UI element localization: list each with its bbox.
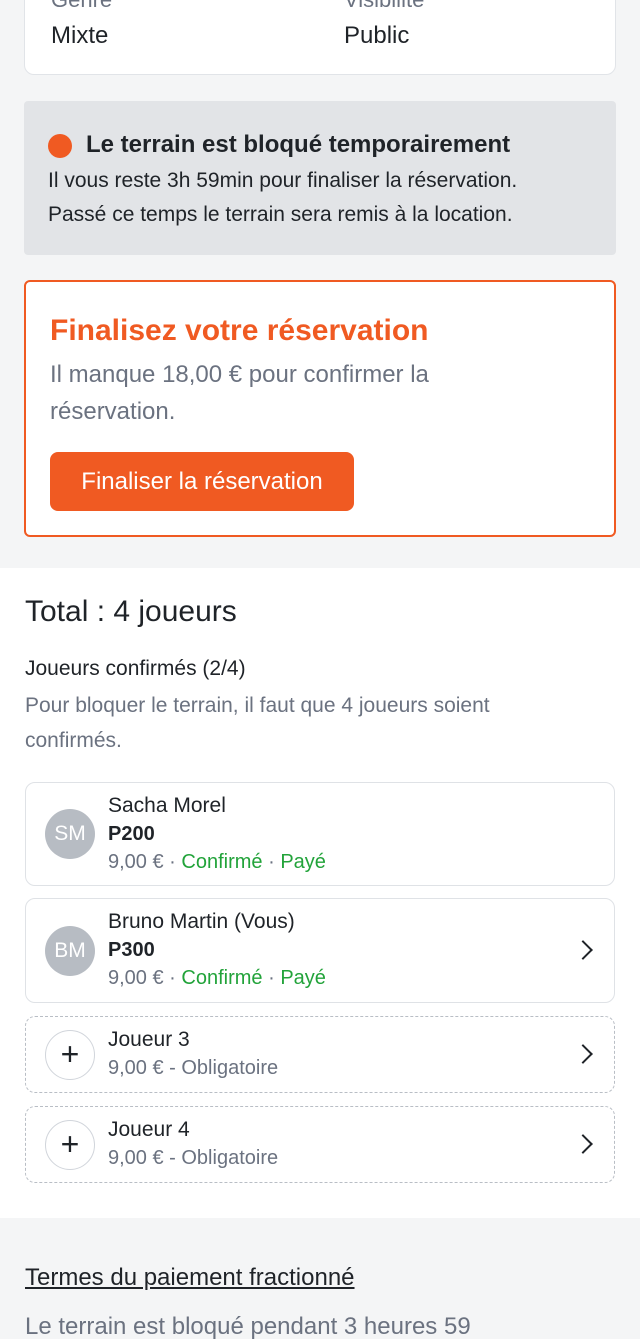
- slot-meta: 9,00 € - Obligatoire: [108, 1057, 279, 1079]
- player-level: P300: [108, 939, 155, 961]
- slot-meta: 9,00 € - Obligatoire: [108, 1147, 279, 1169]
- player-meta: 9,00 € · Confirmé · Payé: [108, 849, 326, 875]
- gender-label: Genre: [51, 0, 112, 13]
- slot-name: Joueur 4: [108, 1118, 190, 1141]
- player-payment: Payé: [280, 851, 326, 873]
- gender-column: Genre Mixte: [51, 0, 112, 51]
- avatar: BM: [45, 926, 95, 976]
- meta-separator: ·: [262, 967, 281, 989]
- visibility-value: Public: [344, 22, 410, 49]
- split-payment-terms-text: Le terrain est bloqué pendant 3 heures 5…: [25, 1313, 471, 1339]
- player-meta: 9,00 € · Confirmé · Payé: [108, 965, 326, 991]
- player-card-bruno-martin[interactable]: BM Bruno Martin (Vous) P300 9,00 € · Con…: [25, 898, 615, 1003]
- chevron-right-icon: [573, 1044, 593, 1064]
- notice-remaining-time: Il vous reste 3h 59min pour finaliser la…: [48, 169, 518, 192]
- chevron-right-icon: [573, 940, 593, 960]
- status-dot-icon: [48, 134, 72, 158]
- player-status: Confirmé: [181, 851, 263, 873]
- finalize-card: Finalisez votre réservation Il manque 18…: [24, 280, 616, 537]
- player-payment: Payé: [280, 967, 326, 989]
- notice-expiry-info: Passé ce temps le terrain sera remis à l…: [48, 203, 513, 226]
- player-level: P200: [108, 823, 155, 845]
- player-price: 9,00 €: [108, 967, 164, 989]
- visibility-column: Visibilité Public: [344, 0, 424, 51]
- split-payment-terms-link[interactable]: Termes du paiement fractionné: [25, 1264, 355, 1292]
- avatar: SM: [45, 809, 95, 859]
- gender-value: Mixte: [51, 22, 109, 49]
- player-name: Bruno Martin (Vous): [108, 910, 295, 933]
- chevron-right-icon: [573, 1134, 593, 1154]
- plus-icon: +: [45, 1030, 95, 1080]
- booking-page: Genre Mixte Visibilité Public Le terrain…: [0, 0, 640, 1339]
- add-player-slot-4[interactable]: + Joueur 4 9,00 € - Obligatoire: [25, 1106, 615, 1183]
- match-info-card: Genre Mixte Visibilité Public: [24, 0, 616, 75]
- player-price: 9,00 €: [108, 851, 164, 873]
- finalize-description: Il manque 18,00 € pour confirmer la rése…: [50, 361, 429, 425]
- meta-separator: ·: [163, 967, 182, 989]
- player-card-sacha-morel: SM Sacha Morel P200 9,00 € · Confirmé · …: [25, 782, 615, 886]
- plus-icon: +: [45, 1120, 95, 1170]
- visibility-label: Visibilité: [344, 0, 424, 13]
- meta-separator: ·: [163, 851, 182, 873]
- finalize-title: Finalisez votre réservation: [50, 314, 429, 347]
- notice-title: Le terrain est bloqué temporairement: [86, 131, 511, 158]
- meta-separator: ·: [262, 851, 281, 873]
- slot-name: Joueur 3: [108, 1028, 190, 1051]
- confirmed-players-description: Pour bloquer le terrain, il faut que 4 j…: [25, 694, 490, 752]
- player-name: Sacha Morel: [108, 794, 226, 817]
- finalize-button[interactable]: Finaliser la réservation: [50, 452, 354, 511]
- players-total: Total : 4 joueurs: [25, 595, 237, 628]
- confirmed-players-title: Joueurs confirmés (2/4): [25, 657, 246, 680]
- add-player-slot-3[interactable]: + Joueur 3 9,00 € - Obligatoire: [25, 1016, 615, 1093]
- players-section: Total : 4 joueurs Joueurs confirmés (2/4…: [0, 568, 640, 1218]
- player-status: Confirmé: [181, 967, 263, 989]
- blocked-notice: Le terrain est bloqué temporairement Il …: [24, 101, 616, 255]
